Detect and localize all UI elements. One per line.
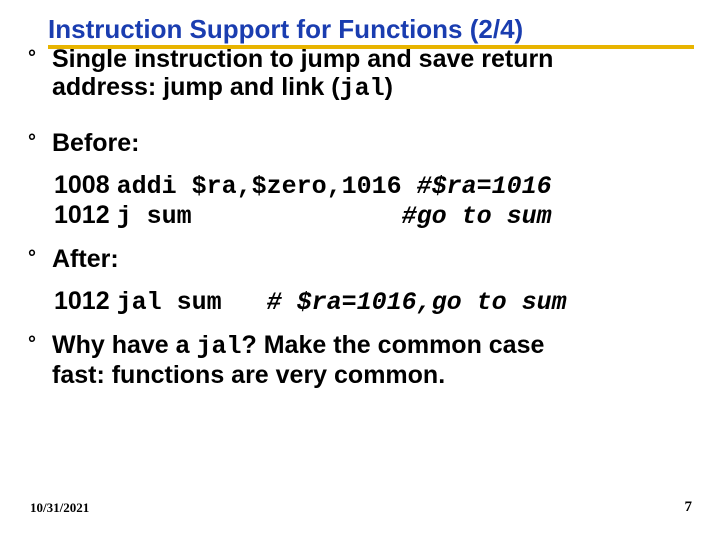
bullet-marker: ° — [28, 245, 46, 273]
why-d: fast: functions are very common. — [52, 361, 445, 389]
instr: j sum — [117, 202, 402, 231]
instr: addi $ra,$zero,1016 — [117, 172, 417, 201]
why-c: ? Make the common case — [242, 331, 545, 359]
code-before: 1008 addi $ra,$zero,1016 #$ra=1016 1012 … — [28, 171, 700, 231]
intro-jal: jal — [340, 74, 385, 103]
before-label: Before: — [52, 129, 700, 157]
bullet-intro-text: Single instruction to jump and save retu… — [52, 45, 700, 103]
bullet-why: ° Why have a jal? Make the common case f… — [28, 331, 700, 389]
intro-line2a: address: jump and link ( — [52, 73, 340, 101]
code-before-line1: 1008 addi $ra,$zero,1016 #$ra=1016 — [54, 171, 700, 201]
comment: # $ra=1016,go to sum — [267, 288, 567, 317]
bullet-marker: ° — [28, 129, 46, 157]
bullet-after: ° After: — [28, 245, 700, 273]
instr: jal sum — [117, 288, 267, 317]
slide-title: Instruction Support for Functions (2/4) — [28, 14, 700, 47]
bullet-before: ° Before: — [28, 129, 700, 157]
why-a: Why have a — [52, 331, 197, 359]
comment: #go to sum — [402, 202, 552, 231]
code-before-line2: 1012 j sum #go to sum — [54, 201, 700, 231]
footer-date: 10/31/2021 — [30, 500, 89, 516]
intro-line1: Single instruction to jump and save retu… — [52, 45, 553, 73]
comment: #$ra=1016 — [417, 172, 552, 201]
addr: 1008 — [54, 171, 117, 199]
code-after: 1012 jal sum # $ra=1016,go to sum — [28, 287, 700, 317]
after-label: After: — [52, 245, 700, 273]
bullet-intro: ° Single instruction to jump and save re… — [28, 45, 700, 103]
slide-content: ° Single instruction to jump and save re… — [28, 49, 700, 389]
why-text: Why have a jal? Make the common case fas… — [52, 331, 700, 389]
addr: 1012 — [54, 201, 117, 229]
why-jal: jal — [197, 332, 242, 361]
bullet-marker: ° — [28, 331, 46, 389]
code-after-line1: 1012 jal sum # $ra=1016,go to sum — [54, 287, 700, 317]
intro-line2c: ) — [385, 73, 393, 101]
footer-page-number: 7 — [685, 499, 693, 516]
addr: 1012 — [54, 287, 117, 315]
bullet-marker: ° — [28, 45, 46, 103]
